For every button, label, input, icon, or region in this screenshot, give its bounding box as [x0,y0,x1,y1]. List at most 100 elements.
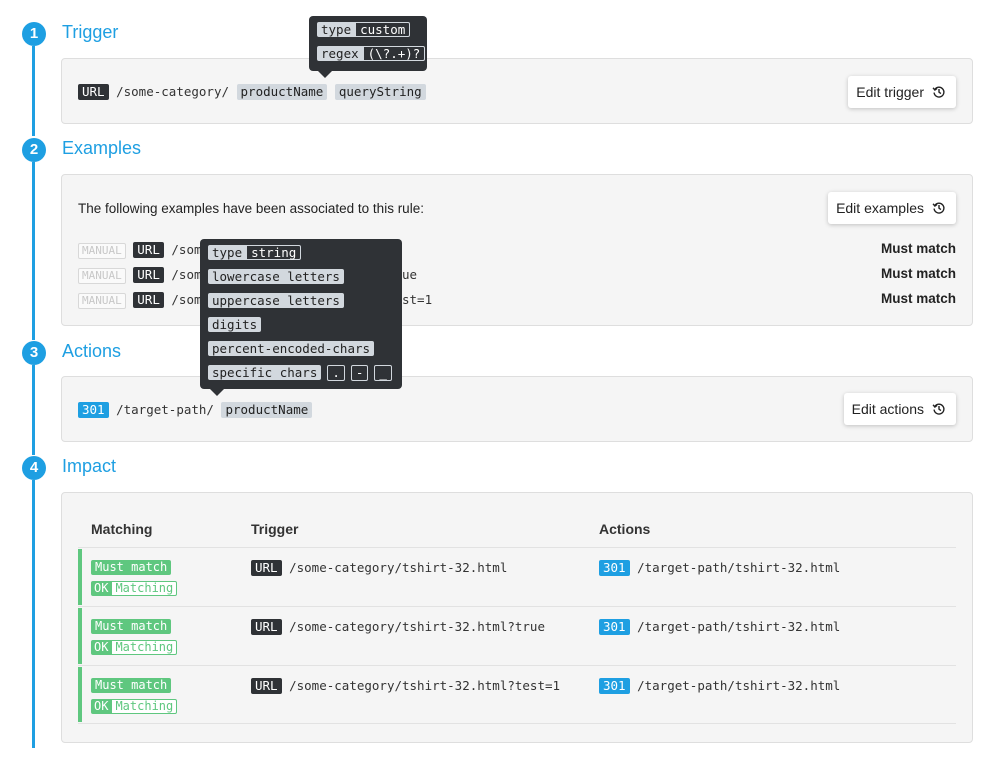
tooltip-regex-row: regex (\?.+)? [317,46,426,70]
impact-trigger-url: /some-category/tshirt-32.html?test=1 [289,678,561,693]
url-tag: URL [251,678,282,694]
impact-matching-cell: Must match [91,619,172,634]
actions-path: /target-path/ [116,402,214,417]
trigger-pattern: URL /some-category/ productName queryStr… [78,84,426,100]
url-tag: URL [133,292,164,308]
trigger-param-productname[interactable]: productName [236,84,328,100]
impact-action-url: /target-path/tshirt-32.html [637,560,841,575]
impact-row-status-bar [78,549,82,605]
productname-tooltip: type string lowercase letters uppercase l… [200,239,402,389]
must-match-badge: Must match [91,560,172,575]
edit-examples-label: Edit examples [836,200,924,216]
actions-panel: 301 /target-path/ productName Edit actio… [61,376,973,442]
step-2-badge: 2 [22,138,46,162]
ok-badge: OK [91,699,112,714]
tooltip-specific-chars-row: specific chars. - _ [208,365,394,389]
example-source-tag: MANUAL [78,268,126,284]
option-specific-chars: specific chars [208,365,322,380]
tooltip-option: digits [208,317,394,341]
trigger-path: /some-category/ [116,84,229,99]
tooltip-type-row: type string [208,245,394,269]
trigger-panel: URL /some-category/ productName queryStr… [61,58,973,124]
tooltip-type-value: string [246,245,302,260]
matching-badge: Matching [111,699,178,714]
example-result: Must match [880,241,956,256]
step-4-badge: 4 [22,456,46,480]
example-url-start: /som [171,267,202,282]
tooltip-type-key: type [317,22,356,37]
impact-trigger-url: /some-category/tshirt-32.html [289,560,508,575]
step-1-title: Trigger [62,22,119,42]
option-percent-encoded: percent-encoded-chars [208,341,375,356]
tooltip-option: lowercase letters [208,269,394,293]
impact-status-cell: OK Matching [91,581,178,596]
url-tag: URL [133,267,164,283]
impact-trigger-url: /some-category/tshirt-32.html?true [289,619,545,634]
impact-action-cell: 301 /target-path/tshirt-32.html [599,560,840,576]
ok-badge: OK [91,640,112,655]
examples-panel: The following examples have been associa… [61,174,973,326]
impact-trigger-cell: URL /some-category/tshirt-32.html?test=1 [251,678,560,694]
impact-matching-cell: Must match [91,560,172,575]
status-301-tag: 301 [599,678,630,694]
example-source-tag: MANUAL [78,293,126,309]
tooltip-type-key: type [208,245,247,260]
tooltip-type-value: custom [355,22,411,37]
example-source-tag: MANUAL [78,243,126,259]
actions-pattern: 301 /target-path/ productName [78,402,313,418]
step-2-title: Examples [62,138,142,158]
timeline-line-4 [32,480,35,748]
edit-actions-label: Edit actions [851,401,924,417]
history-icon [932,86,945,98]
timeline-line-3 [32,365,35,455]
impact-trigger-cell: URL /some-category/tshirt-32.html [251,560,507,576]
step-3-title: Actions [62,341,122,361]
status-301-tag: 301 [599,619,630,635]
timeline-line-1 [32,46,35,136]
querystring-tooltip: type custom regex (\?.+)? [309,16,427,71]
impact-header-actions: Actions [599,521,651,537]
status-301-tag: 301 [78,402,109,418]
matching-badge: Matching [111,581,178,596]
tooltip-regex-value: (\?.+)? [362,46,426,61]
impact-matching-cell: Must match [91,678,172,693]
tooltip-type-row: type custom [317,22,419,46]
option-digits: digits [208,317,262,332]
edit-trigger-button[interactable]: Edit trigger [848,76,956,108]
url-tag: URL [78,84,109,100]
impact-action-url: /target-path/tshirt-32.html [637,619,841,634]
impact-header-matching: Matching [91,521,153,537]
example-row: MANUAL URL /som [78,242,202,259]
url-tag: URL [251,560,282,576]
examples-intro: The following examples have been associa… [78,201,424,216]
impact-row: Must match OK Matching URL /some-category… [78,606,956,665]
tooltip-arrow [318,71,332,78]
url-tag: URL [251,619,282,635]
matching-badge: Matching [111,640,178,655]
history-icon [932,403,945,415]
ok-badge: OK [91,581,112,596]
impact-header-trigger: Trigger [251,521,299,537]
actions-param-productname[interactable]: productName [221,402,313,418]
char-dash: - [350,365,369,381]
impact-status-cell: OK Matching [91,699,178,714]
edit-trigger-label: Edit trigger [856,84,924,100]
char-underscore: _ [374,365,392,381]
example-url-end: st=1 [402,292,433,307]
edit-actions-button[interactable]: Edit actions [843,393,956,425]
example-result: Must match [880,291,956,306]
option-uppercase: uppercase letters [208,293,344,308]
impact-trigger-cell: URL /some-category/tshirt-32.html?true [251,619,545,635]
step-3-badge: 3 [22,341,46,365]
impact-row-status-bar [78,667,82,722]
edit-examples-button[interactable]: Edit examples [828,192,956,224]
tooltip-regex-key: regex [317,46,363,61]
example-url-start: /som [171,292,202,307]
trigger-param-querystring[interactable]: queryString [334,84,426,100]
impact-row: Must match OK Matching URL /some-category… [78,665,956,724]
impact-row: Must match OK Matching URL /some-category… [78,547,956,606]
impact-status-cell: OK Matching [91,640,178,655]
timeline-line-2 [32,162,35,340]
option-lowercase: lowercase letters [208,269,344,284]
status-301-tag: 301 [599,560,630,576]
